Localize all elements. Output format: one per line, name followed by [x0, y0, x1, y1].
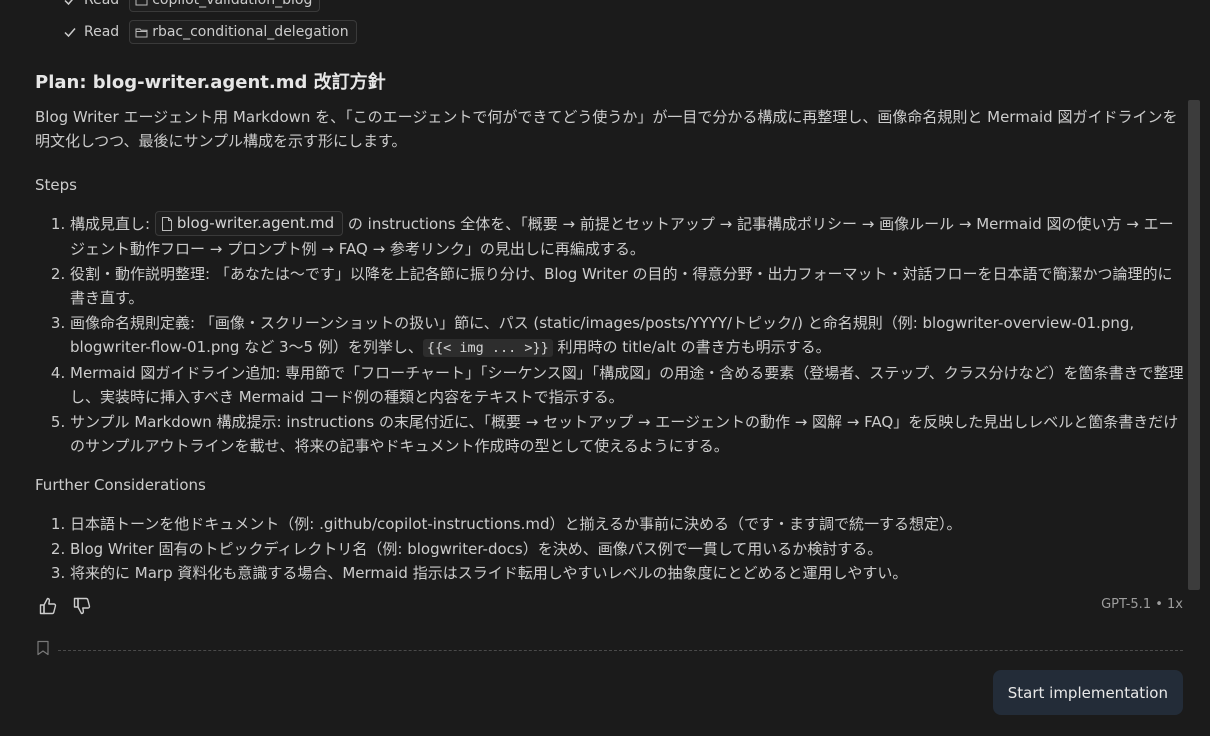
- thumbs-up-button[interactable]: [36, 594, 60, 618]
- plan-intro: Blog Writer エージェント用 Markdown を、「このエージェント…: [35, 108, 1178, 150]
- inline-code: {{< img ... >}}: [422, 339, 553, 357]
- folder-icon: [135, 0, 148, 5]
- scrollbar[interactable]: [1188, 100, 1200, 590]
- chat-panel: Read copilot_validation_blog Read rbac_c…: [0, 0, 1210, 736]
- thumbs-down-button[interactable]: [70, 594, 94, 618]
- feedback-controls: [36, 594, 94, 618]
- read-label: Read: [84, 0, 120, 8]
- thumbs-up-icon: [39, 597, 57, 615]
- list-item: 将来的に Marp 資料化も意識する場合、Mermaid 指示はスライド転用しや…: [70, 561, 1187, 586]
- chip-label: copilot_validation_blog: [152, 0, 313, 8]
- list-item: 日本語トーンを他ドキュメント（例: .github/copilot-instru…: [70, 512, 1187, 537]
- further-heading: Further Considerations: [35, 476, 206, 494]
- read-label: Read: [84, 24, 120, 40]
- steps-heading: Steps: [35, 176, 77, 194]
- further-list: 日本語トーンを他ドキュメント（例: .github/copilot-instru…: [35, 512, 1187, 586]
- model-label: GPT-5.1 • 1x: [1101, 597, 1183, 612]
- start-implementation-button[interactable]: Start implementation: [992, 670, 1183, 715]
- list-item: 役割・動作説明整理: 「あなたは〜です」以降を上記各節に振り分け、Blog Wr…: [70, 262, 1187, 311]
- chip-label: blog-writer.agent.md: [176, 214, 335, 233]
- check-icon: [62, 24, 78, 40]
- step-text: 構成見直し:: [70, 215, 155, 233]
- step-text: 利用時の title/alt の書き方も明示する。: [552, 338, 831, 356]
- chip-label: rbac_conditional_delegation: [152, 24, 349, 40]
- file-reference-chip[interactable]: copilot_validation_blog: [129, 0, 321, 12]
- list-item: Mermaid 図ガイドライン追加: 専用節で「フローチャート」「シーケンス図」…: [70, 361, 1187, 410]
- read-entry: Read rbac_conditional_delegation: [62, 20, 357, 44]
- list-item: サンプル Markdown 構成提示: instructions の末尾付近に、…: [70, 410, 1187, 459]
- list-item: 画像命名規則定義: 「画像・スクリーンショットの扱い」節に、パス (static…: [70, 311, 1187, 361]
- check-icon: [62, 0, 78, 8]
- file-reference-chip[interactable]: blog-writer.agent.md: [154, 211, 344, 236]
- plan-title: Plan: blog-writer.agent.md 改訂方針: [35, 72, 386, 93]
- list-item: Blog Writer 固有のトピックディレクトリ名（例: blogwriter…: [70, 537, 1187, 562]
- thumbs-down-icon: [73, 597, 91, 615]
- file-reference-chip[interactable]: rbac_conditional_delegation: [129, 20, 357, 44]
- read-entry: Read copilot_validation_blog: [62, 0, 321, 12]
- list-item: 構成見直し: blog-writer.agent.md の instructio…: [70, 211, 1187, 262]
- steps-list: 構成見直し: blog-writer.agent.md の instructio…: [35, 211, 1187, 459]
- folder-icon: [135, 28, 148, 37]
- dashed-line: [58, 649, 1183, 651]
- checkpoint-divider: [36, 640, 1183, 660]
- bookmark-icon[interactable]: [36, 640, 50, 660]
- file-icon: [161, 216, 172, 231]
